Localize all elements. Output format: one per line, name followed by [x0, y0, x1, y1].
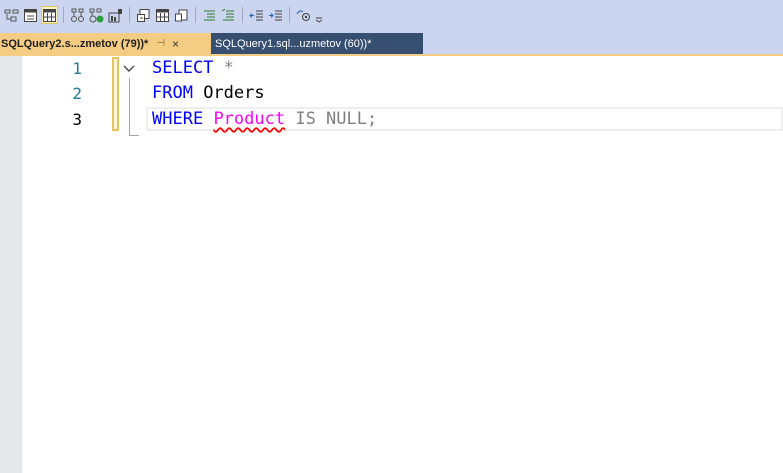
document-tab-strip: SQLQuery2.s...zmetov (79))* ⊣ × SQLQuery… — [0, 30, 783, 54]
query-options-button[interactable] — [154, 6, 171, 24]
include-live-statistics-button[interactable] — [107, 6, 124, 24]
increase-indent-button[interactable] — [267, 6, 284, 24]
display-estimated-plan-icon — [71, 8, 84, 22]
line-number: 2 — [72, 84, 82, 103]
line-number-current: 3 — [72, 110, 82, 129]
specify-values-icon — [175, 9, 188, 21]
include-live-statistics-icon — [108, 8, 122, 22]
tab-label: SQLQuery2.s...zmetov (79))* — [1, 37, 149, 50]
operator-star: * — [223, 58, 234, 78]
dropdown-arrow-icon — [315, 17, 323, 23]
identifier-orders: Orders — [192, 83, 265, 103]
results-to-file-icon — [137, 8, 150, 22]
increase-indent-icon — [269, 10, 282, 20]
parse-button[interactable] — [3, 6, 20, 24]
pin-icon[interactable]: ⊣ — [156, 38, 165, 49]
decrease-indent-button[interactable] — [248, 6, 265, 24]
code-line-1[interactable]: SELECT * — [152, 56, 234, 81]
toolbar-separator — [242, 7, 243, 23]
close-icon[interactable]: × — [172, 37, 179, 51]
line-number: 1 — [72, 59, 82, 78]
results-to-grid-icon — [43, 8, 56, 22]
identifier-product-error: Product — [213, 109, 286, 129]
toolbar-separator — [63, 7, 64, 23]
toolbar-separator — [195, 7, 196, 23]
query-editor[interactable]: 1 2 3 SELECT * FROM Orders WHERE Product… — [0, 56, 783, 473]
keyword-where: WHERE — [152, 109, 204, 129]
fold-guide-line — [129, 78, 130, 135]
results-to-file-button[interactable] — [135, 6, 152, 24]
toolbar-separator — [129, 7, 130, 23]
comment-icon — [204, 10, 215, 20]
tab-sqlquery2[interactable]: SQLQuery2.s...zmetov (79))* ⊣ × — [0, 33, 211, 54]
uncomment-button[interactable] — [220, 6, 237, 24]
include-actual-plan-icon — [89, 8, 104, 22]
uncomment-icon — [221, 8, 234, 20]
code-line-2[interactable]: FROM Orders — [152, 81, 265, 106]
code-line-3[interactable]: WHERE Product IS NULL; — [152, 107, 377, 132]
glyph-margin — [0, 56, 22, 473]
decrease-indent-icon — [249, 10, 263, 20]
tab-label: SQLQuery1.sql...uzmetov (60))* — [215, 37, 372, 50]
tab-strip-empty-area — [423, 33, 783, 54]
toolbar-separator — [289, 7, 290, 23]
keyword-select: SELECT — [152, 58, 214, 78]
specify-template-values-button[interactable] — [295, 6, 312, 24]
specify-template-values-icon — [296, 9, 310, 21]
is-null-clause: IS NULL; — [285, 109, 378, 129]
collapse-chevron-icon[interactable] — [122, 62, 136, 76]
parse-icon — [4, 9, 19, 21]
results-to-text-icon — [24, 8, 37, 22]
specify-values-button[interactable] — [173, 6, 190, 24]
keyword-from: FROM — [152, 83, 193, 103]
query-options-icon — [156, 8, 169, 22]
display-estimated-plan-button[interactable] — [69, 6, 86, 24]
unsaved-change-indicator — [112, 57, 119, 131]
tab-sqlquery1[interactable]: SQLQuery1.sql...uzmetov (60))* — [211, 33, 423, 54]
results-to-grid-button[interactable] — [41, 6, 58, 24]
query-toolbar — [0, 0, 783, 30]
include-actual-plan-button[interactable] — [88, 6, 105, 24]
comment-button[interactable] — [201, 6, 218, 24]
results-to-text-button[interactable] — [22, 6, 39, 24]
toolbar-overflow-button[interactable] — [314, 6, 324, 24]
fold-guide-end — [129, 135, 139, 136]
